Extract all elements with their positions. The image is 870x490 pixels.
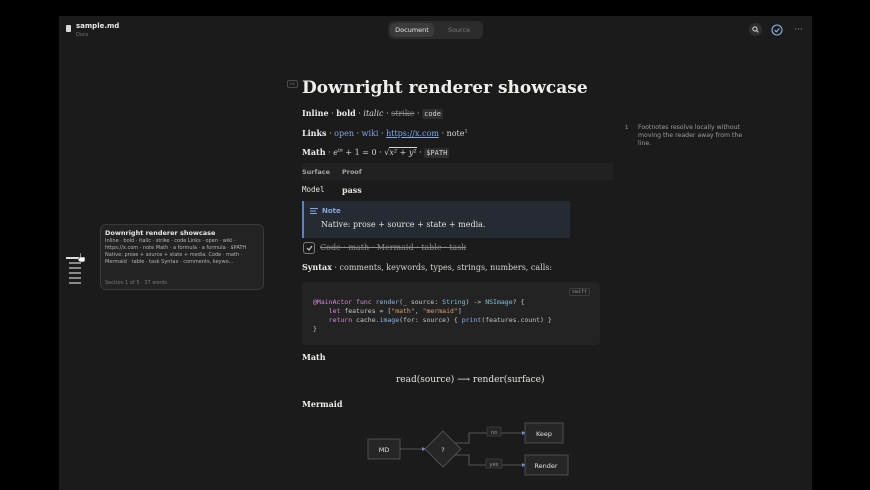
page-title: Downright renderer showcase — [302, 78, 588, 98]
tooltip-meta: Section 1 of 5 · 37 words — [105, 280, 168, 286]
flow-node-md-label: MD — [379, 446, 390, 454]
pointer-cursor-icon — [78, 253, 86, 262]
flow-node-keep-label: Keep — [536, 430, 552, 438]
checkmark-icon — [306, 245, 312, 251]
flow-edge-yes-label: yes — [490, 462, 499, 468]
note-icon — [310, 208, 318, 214]
task-checkbox[interactable] — [303, 242, 315, 254]
callout-body: Native: prose + source + state + media. — [321, 220, 486, 229]
outline-handle[interactable] — [66, 253, 86, 287]
table-header-row: Surface Proof — [302, 163, 613, 180]
footnote-ref[interactable]: 1 — [465, 128, 468, 134]
status-check-button[interactable] — [770, 23, 783, 36]
outline-bar — [69, 267, 81, 269]
table-header: Surface — [302, 168, 330, 176]
code-line: return cache.image(for: source) { print(… — [328, 316, 552, 324]
section-preview-tooltip: Downright renderer showcase Inline · bol… — [100, 224, 264, 290]
syntax-label: Syntax — [302, 262, 332, 272]
search-icon — [752, 26, 759, 33]
italic-text: italic — [363, 109, 384, 118]
task-text: Code · math · Mermaid · table · task — [320, 243, 467, 252]
code-line: let features = ["math", "mermaid"] — [328, 307, 462, 315]
tab-source[interactable]: Source — [437, 23, 481, 37]
open-link[interactable]: open — [334, 129, 354, 138]
links-label: Links — [302, 128, 327, 138]
tab-document[interactable]: Document — [390, 23, 434, 37]
code-language-badge: swift — [568, 288, 590, 296]
outline-bar — [69, 262, 81, 264]
inline-line: Inline · bold · italic · strike · code — [302, 108, 443, 119]
more-icon: ··· — [794, 24, 803, 35]
separator: · — [414, 109, 423, 118]
check-circle-icon — [770, 23, 783, 36]
math-label: Math — [302, 147, 326, 157]
inline-code: code — [422, 109, 443, 119]
math-section-heading: Math — [302, 352, 326, 362]
wiki-link[interactable]: wiki — [362, 129, 379, 138]
titlebar: sample.md Docs Document Source ··· — [59, 16, 812, 43]
file-location: Docs — [76, 32, 89, 38]
outline-bar — [69, 272, 81, 274]
outline-bar — [69, 282, 81, 284]
separator: · — [438, 129, 447, 138]
flow-node-decision-label: ? — [441, 446, 444, 454]
bold-text: bold — [336, 108, 356, 118]
note-callout: Note Native: prose + source + state + me… — [302, 201, 570, 238]
table-cell: pass — [342, 185, 362, 195]
inline-label: Inline — [302, 108, 329, 118]
separator: · — [354, 129, 362, 138]
euler-rest: + 1 = 0 — [342, 148, 377, 157]
table-cell: Model — [302, 185, 325, 194]
tooltip-body: Inline · bold · italic · strike · code L… — [105, 238, 247, 265]
syntax-line: Syntax · comments, keywords, types, stri… — [302, 262, 552, 272]
view-mode-switcher: Document Source — [388, 21, 483, 39]
tooltip-title: Downright renderer showcase — [105, 229, 216, 237]
outline-bar — [69, 277, 81, 279]
math-line: Math · eiπ + 1 = 0 · √x² + y² · $PATH — [302, 147, 450, 158]
footnote-number: 1 — [625, 125, 629, 131]
strike-text: strike — [391, 109, 415, 118]
callout-title: Note — [322, 207, 341, 215]
more-options-button[interactable]: ··· — [792, 23, 805, 36]
heading-level-tag[interactable]: H1 — [287, 80, 298, 88]
note-text: note — [446, 129, 465, 138]
links-line: Links · open · wiki · https://x.com · no… — [302, 128, 468, 138]
document-icon — [66, 25, 71, 32]
code-block: swift @MainActor func render(_ source: S… — [302, 282, 600, 345]
file-name: sample.md — [76, 22, 120, 30]
app-window: sample.md Docs Document Source ··· Downr… — [59, 16, 812, 490]
flow-node-render-label: Render — [534, 462, 557, 470]
url-link[interactable]: https://x.com — [386, 129, 439, 138]
separator: · — [378, 129, 387, 138]
code-line: @MainActor func render(_ source: String)… — [313, 298, 525, 306]
search-button[interactable] — [749, 23, 762, 36]
table-header: Proof — [342, 168, 362, 176]
flow-edge-no-label: no — [491, 430, 497, 436]
syntax-text: · comments, keywords, types, strings, nu… — [331, 263, 553, 272]
mermaid-section-heading: Mermaid — [302, 399, 343, 409]
footnote-text: Footnotes resolve locally without moving… — [638, 124, 743, 147]
code-line: } — [313, 325, 317, 333]
sqrt-body: x² + y² — [389, 147, 417, 157]
math-display: read(source) ⟶ render(surface) — [396, 375, 545, 385]
path-code: $PATH — [424, 148, 450, 158]
